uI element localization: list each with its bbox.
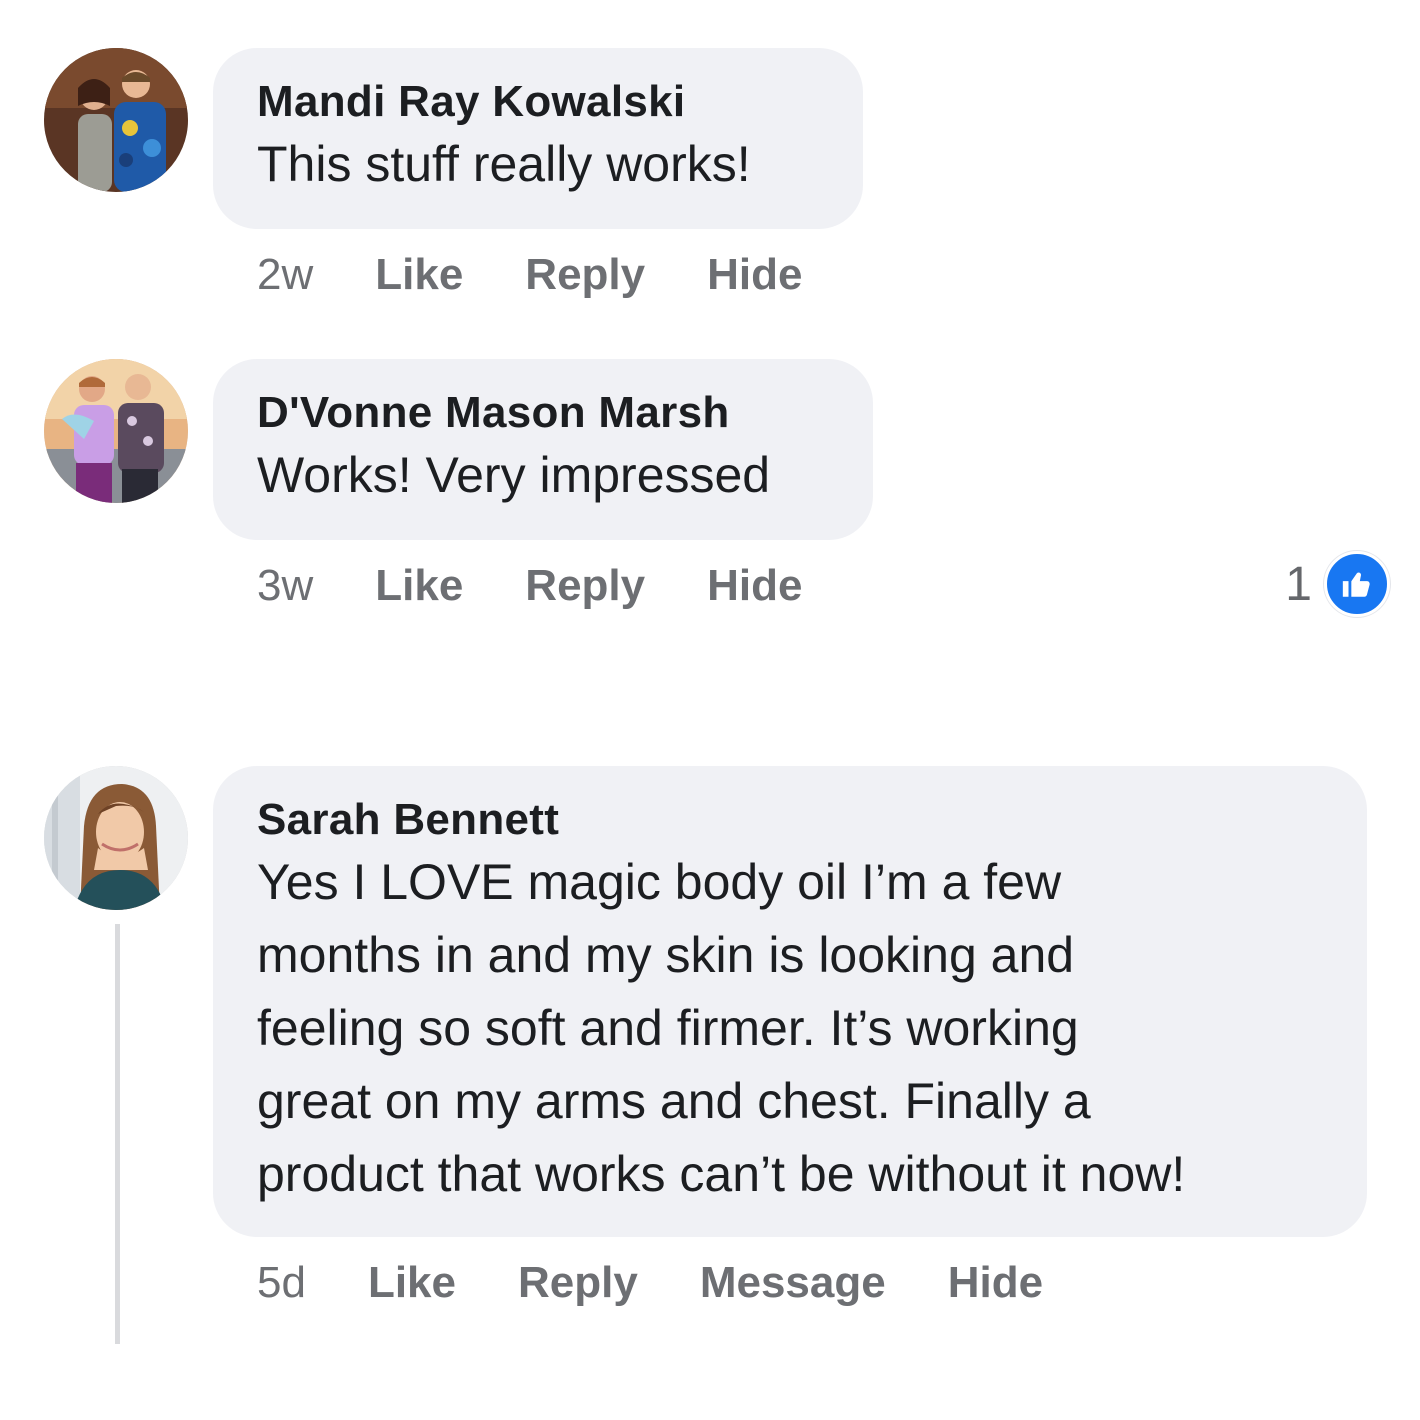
reply-button[interactable]: Reply <box>518 1258 638 1308</box>
avatar[interactable] <box>44 766 188 910</box>
comment-bubble: Sarah Bennett Yes I LOVE magic body oil … <box>213 766 1367 1237</box>
comment-text-line: Yes I LOVE magic body oil I’m a few <box>257 854 1062 910</box>
comment-text-line: months in and my skin is looking and <box>257 927 1075 983</box>
like-button[interactable]: Like <box>368 1258 456 1308</box>
comment-text-line: This stuff really works! <box>257 136 751 192</box>
reply-button[interactable]: Reply <box>525 250 645 300</box>
comment-actions: 2w Like Reply Hide <box>257 250 802 300</box>
comment-text-line: feeling so soft and firmer. It’s working <box>257 1000 1079 1056</box>
comment-author[interactable]: D'Vonne Mason Marsh <box>257 387 831 439</box>
reaction-summary[interactable]: 1 <box>1285 551 1390 617</box>
avatar[interactable] <box>44 48 188 192</box>
comment-actions: 5d Like Reply Message Hide <box>257 1258 1043 1308</box>
hide-button[interactable]: Hide <box>948 1258 1043 1308</box>
comment-bubble: Mandi Ray Kowalski This stuff really wor… <box>213 48 863 229</box>
comment-timestamp[interactable]: 3w <box>257 561 313 611</box>
message-button[interactable]: Message <box>700 1258 886 1308</box>
comment-text-line: product that works can’t be without it n… <box>257 1146 1186 1202</box>
hide-button[interactable]: Hide <box>707 250 802 300</box>
comment-actions: 3w Like Reply Hide <box>257 561 802 611</box>
hide-button[interactable]: Hide <box>707 561 802 611</box>
comment-author[interactable]: Mandi Ray Kowalski <box>257 76 821 128</box>
comment-bubble: D'Vonne Mason Marsh Works! Very impresse… <box>213 359 873 540</box>
comment-text-line: Works! Very impressed <box>257 447 771 503</box>
thread-line <box>115 924 120 1344</box>
like-button[interactable]: Like <box>375 250 463 300</box>
avatar[interactable] <box>44 359 188 503</box>
reaction-count: 1 <box>1285 557 1312 611</box>
comment-text-line: great on my arms and chest. Finally a <box>257 1073 1091 1129</box>
like-button[interactable]: Like <box>375 561 463 611</box>
comment-timestamp[interactable]: 2w <box>257 250 313 300</box>
reply-button[interactable]: Reply <box>525 561 645 611</box>
like-icon <box>1324 551 1390 617</box>
comment-timestamp[interactable]: 5d <box>257 1258 306 1308</box>
comment-author[interactable]: Sarah Bennett <box>257 794 1325 846</box>
